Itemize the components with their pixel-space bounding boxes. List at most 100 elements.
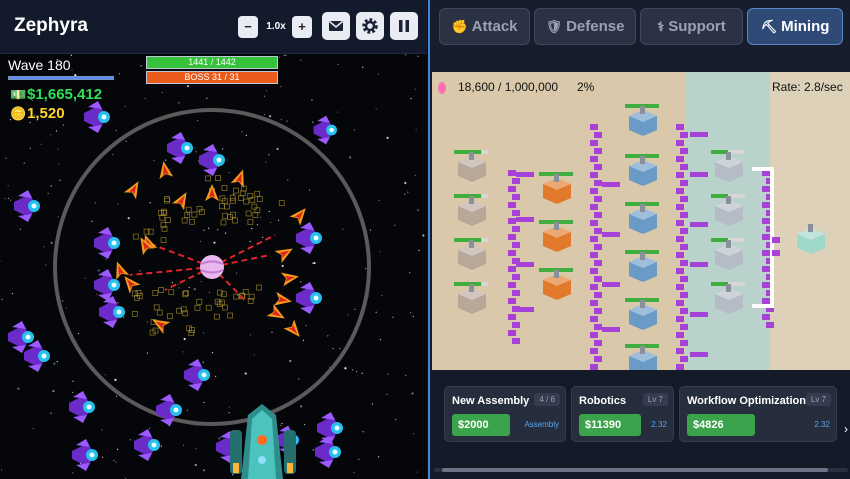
conveyor-segment: [590, 220, 598, 226]
conveyor-segment: [508, 314, 516, 320]
conveyor-segment: [512, 338, 520, 344]
conveyor-segment: [762, 186, 770, 192]
tab-label: Attack: [471, 18, 518, 35]
conveyor-segment: [508, 234, 516, 240]
scroll-right-arrow-icon[interactable]: ›: [844, 422, 848, 436]
conveyor-segment: [676, 332, 684, 338]
conveyor-segment: [590, 204, 598, 210]
upgrade-card-new-assembly: New Assembly 4 / 6 $2000 Assembly: [444, 386, 566, 442]
conveyor-segment: [590, 316, 598, 322]
pause-button[interactable]: [390, 12, 418, 40]
conveyor-segment: [680, 180, 688, 186]
gold-display: 🪙1,520: [10, 105, 65, 122]
conveyor-segment: [690, 262, 708, 267]
fist-icon: ✊: [451, 19, 468, 34]
conveyor-segment: [508, 218, 516, 224]
support-icon: ⚕: [657, 19, 665, 34]
conveyor-segment: [676, 252, 684, 258]
conveyor-segment: [590, 124, 598, 130]
ore-percent: 2%: [577, 80, 595, 94]
speed-label: 1.0x: [266, 21, 286, 32]
upgrade-level: Lv 7: [805, 393, 831, 406]
upgrade-title: Robotics: [579, 395, 627, 407]
conveyor-segment: [676, 156, 684, 162]
conveyor-segment: [690, 352, 708, 357]
conveyor-segment: [594, 260, 602, 266]
conveyor-segment: [508, 202, 516, 208]
upgrade-note: 2.32: [814, 420, 830, 429]
conveyor-segment: [594, 340, 602, 346]
settings-button[interactable]: [356, 12, 384, 40]
conveyor-segment: [508, 250, 516, 256]
conveyor-segment: [676, 348, 684, 354]
conveyor-segment: [590, 172, 598, 178]
conveyor-segment: [602, 327, 620, 332]
buy-button[interactable]: $4826: [687, 414, 755, 436]
speed-down-button[interactable]: −: [238, 16, 258, 38]
upgrade-pane: ✊ Attack 🛡 Defense ⚕ Support ⛏ Mining 18,600…: [428, 0, 850, 479]
tab-support[interactable]: ⚕ Support: [640, 8, 743, 45]
conveyor-segment: [512, 274, 520, 280]
conveyor-segment: [590, 284, 598, 290]
conveyor-segment: [594, 308, 602, 314]
conveyor-segment: [676, 188, 684, 194]
conveyor-segment: [680, 132, 688, 138]
conveyor-segment: [516, 307, 534, 312]
conveyor-segment: [680, 276, 688, 282]
wave-progress-bar: [8, 76, 114, 80]
tab-defense[interactable]: 🛡 Defense: [534, 8, 636, 45]
conveyor-segment: [680, 228, 688, 234]
conveyor-segment: [512, 322, 520, 328]
conveyor-segment: [676, 172, 684, 178]
conveyor-segment: [594, 164, 602, 170]
buy-button[interactable]: $2000: [452, 414, 510, 436]
conveyor-segment: [680, 212, 688, 218]
conveyor-segment: [680, 164, 688, 170]
conveyor-segment: [594, 228, 602, 234]
money-value: $1,665,412: [27, 86, 103, 103]
factory-building: [625, 344, 659, 370]
conveyor-segment: [516, 172, 534, 177]
conveyor-segment: [690, 172, 708, 177]
conveyor-segment: [676, 124, 684, 130]
horizontal-scrollbar[interactable]: [434, 468, 848, 472]
conveyor-segment: [590, 268, 598, 274]
core-planet: [200, 255, 224, 279]
conveyor-segment: [690, 312, 708, 317]
conveyor-segment: [676, 220, 684, 226]
drill-icon: ⛏: [760, 19, 778, 34]
conveyor-segment: [602, 232, 620, 237]
mail-button[interactable]: [322, 12, 350, 40]
tab-mining[interactable]: ⛏ Mining: [747, 8, 843, 45]
tab-attack[interactable]: ✊ Attack: [439, 8, 530, 45]
gear-icon: [362, 18, 378, 34]
conveyor-segment: [752, 304, 774, 308]
boss-health-bar: BOSS 31 / 31: [146, 71, 278, 84]
conveyor-segment: [512, 226, 520, 232]
tab-label: Mining: [781, 18, 830, 35]
conveyor-segment: [676, 316, 684, 322]
mining-rate: Rate: 2.8/sec: [772, 80, 843, 94]
conveyor-segment: [508, 330, 516, 336]
conveyor-segment: [680, 196, 688, 202]
conveyor-segment: [772, 237, 780, 243]
upgrade-level: Lv 7: [642, 393, 668, 406]
boss-health-text: BOSS 31 / 31: [184, 72, 240, 82]
buy-button[interactable]: $11390: [579, 414, 641, 436]
conveyor-segment: [512, 290, 520, 296]
scrollbar-thumb[interactable]: [442, 468, 828, 472]
conveyor-segment: [512, 178, 520, 184]
speed-up-button[interactable]: +: [292, 16, 312, 38]
player-health-bar: 1441 / 1442: [146, 56, 278, 69]
conveyor-segment: [512, 242, 520, 248]
conveyor-segment: [590, 140, 598, 146]
conveyor-segment: [590, 156, 598, 162]
player-health-text: 1441 / 1442: [188, 57, 236, 67]
conveyor-segment: [680, 356, 688, 362]
conveyor-segment: [680, 148, 688, 154]
shield-icon: 🛡: [545, 19, 563, 34]
conveyor-segment: [762, 314, 770, 320]
ore-crystal-icon: [438, 82, 446, 94]
conveyor-segment: [762, 218, 770, 224]
conveyor-segment: [594, 196, 602, 202]
